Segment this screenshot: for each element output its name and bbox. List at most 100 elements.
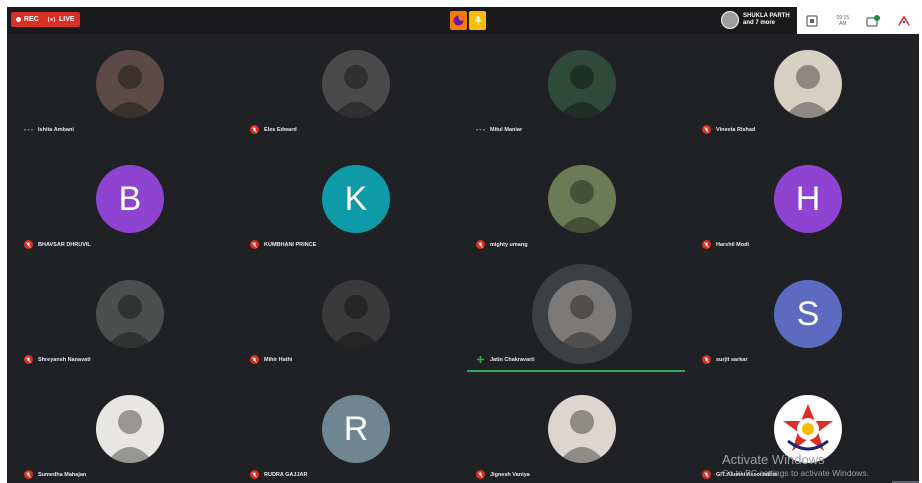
participant-name: Harshil Modi bbox=[716, 241, 750, 248]
participant-tile[interactable]: mighty umang bbox=[459, 149, 684, 261]
activation-watermark: Activate Windows Go to PC settings to ac… bbox=[722, 452, 869, 478]
participants-summary[interactable]: SHUKLA PARTH and 7 more bbox=[721, 11, 790, 29]
participant-initial-avatar: H bbox=[774, 165, 842, 233]
participant-tile[interactable]: Mihir Hathi bbox=[233, 264, 458, 376]
participant-tile[interactable]: Ishita Ambani bbox=[7, 34, 232, 146]
person-silhouette-icon bbox=[558, 65, 606, 118]
mic-off-icon bbox=[702, 355, 711, 364]
screen-share-tray bbox=[450, 11, 486, 30]
watermark-subtitle: Go to PC settings to activate Windows. bbox=[722, 468, 869, 478]
participant-name: Jatin Chakravarti bbox=[490, 356, 535, 363]
participant-namebar: Harshil Modi bbox=[702, 240, 749, 249]
mic-off-icon bbox=[476, 240, 485, 249]
live-label: LIVE bbox=[59, 16, 75, 23]
audio-level-icon bbox=[476, 125, 485, 134]
participant-tile[interactable]: Shreyansh Nanavati bbox=[7, 264, 232, 376]
mic-off-icon bbox=[24, 470, 33, 479]
audio-level-icon bbox=[476, 355, 485, 364]
mic-button[interactable] bbox=[469, 11, 486, 30]
meeting-details-button[interactable] bbox=[805, 14, 819, 28]
firefox-icon bbox=[453, 15, 464, 26]
people-icon bbox=[866, 14, 881, 27]
participant-name: Mihir Hathi bbox=[264, 356, 293, 363]
person-silhouette-icon bbox=[332, 295, 380, 348]
mic-off-icon bbox=[250, 470, 259, 479]
mic-off-icon bbox=[476, 470, 485, 479]
broadcast-icon bbox=[47, 16, 56, 23]
presenter-more: and 7 more bbox=[743, 20, 776, 26]
participant-tile[interactable]: H Harshil Modi bbox=[685, 149, 910, 261]
participant-photo bbox=[96, 50, 164, 118]
participant-photo bbox=[548, 280, 616, 348]
participant-initial-avatar: S bbox=[774, 280, 842, 348]
participant-namebar: KUMBHANI PRINCE bbox=[250, 240, 316, 249]
people-button[interactable] bbox=[866, 14, 881, 28]
audio-level-icon bbox=[24, 125, 33, 134]
participant-tile[interactable]: Jatin Chakravarti bbox=[459, 264, 685, 376]
mic-off-icon bbox=[702, 240, 711, 249]
person-silhouette-icon bbox=[558, 180, 606, 233]
person-silhouette-icon bbox=[558, 295, 606, 348]
participant-photo bbox=[322, 50, 390, 118]
person-silhouette-icon bbox=[558, 410, 606, 463]
mic-off-icon bbox=[24, 240, 33, 249]
participant-namebar: Mihir Hathi bbox=[250, 355, 292, 364]
person-silhouette-icon bbox=[106, 65, 154, 118]
info-icon bbox=[806, 14, 818, 27]
participant-photo bbox=[774, 50, 842, 118]
person-silhouette-icon bbox=[106, 410, 154, 463]
participant-photo bbox=[96, 395, 164, 463]
person-silhouette-icon bbox=[106, 295, 154, 348]
participant-tile[interactable]: Vineeta Rishad bbox=[685, 34, 910, 146]
participant-name: BHAVSAR DHRUVIL bbox=[38, 241, 91, 248]
participant-tile[interactable]: Sumedha Mahajan bbox=[7, 379, 232, 483]
mic-off-icon bbox=[250, 355, 259, 364]
participant-name: Sumedha Mahajan bbox=[38, 471, 87, 478]
mic-off-icon bbox=[250, 240, 259, 249]
participant-namebar: Mitul Maniar bbox=[476, 125, 522, 134]
participant-namebar: Vineeta Rishad bbox=[702, 125, 755, 134]
participant-tile[interactable]: R RUDRA GAJJAR bbox=[233, 379, 458, 483]
clock-display: 09:15 AM bbox=[836, 14, 850, 28]
participant-name: RUDRA GAJJAR bbox=[264, 471, 308, 478]
participant-namebar: Shreyansh Nanavati bbox=[24, 355, 91, 364]
person-silhouette-icon bbox=[784, 65, 832, 118]
browser-share-button[interactable] bbox=[450, 11, 467, 30]
top-actions: 09:15 AM bbox=[797, 7, 919, 34]
mic-off-icon bbox=[702, 470, 711, 479]
participant-initial-avatar: B bbox=[96, 165, 164, 233]
presenter-name: SHUKLA PARTH bbox=[743, 13, 790, 19]
live-badge[interactable]: LIVE bbox=[42, 12, 80, 27]
participant-namebar: Ishita Ambani bbox=[24, 125, 74, 134]
participant-photo bbox=[548, 395, 616, 463]
activities-icon bbox=[898, 14, 910, 25]
participant-name: Ishita Ambani bbox=[38, 126, 74, 133]
activities-button[interactable] bbox=[897, 14, 911, 28]
participant-tile[interactable]: Jignesh Vaniya bbox=[459, 379, 684, 483]
participant-namebar: Eles Edward bbox=[250, 125, 297, 134]
presenter-avatar bbox=[721, 11, 739, 29]
participant-initial-avatar: K bbox=[322, 165, 390, 233]
participant-tile[interactable]: B BHAVSAR DHRUVIL bbox=[7, 149, 232, 261]
person-silhouette-icon bbox=[332, 65, 380, 118]
participant-tile[interactable]: K KUMBHANI PRINCE bbox=[233, 149, 458, 261]
alumni-logo-icon bbox=[783, 404, 833, 451]
participant-namebar: RUDRA GAJJAR bbox=[250, 470, 308, 479]
participant-tile[interactable]: Eles Edward bbox=[233, 34, 458, 146]
participant-name: KUMBHANI PRINCE bbox=[264, 241, 317, 248]
watermark-title: Activate Windows bbox=[722, 452, 825, 467]
participant-tile[interactable]: Ssurjit sarkar bbox=[685, 264, 910, 376]
mic-off-icon bbox=[250, 125, 259, 134]
participant-name: Eles Edward bbox=[264, 126, 297, 133]
participant-namebar: Jignesh Vaniya bbox=[476, 470, 530, 479]
participant-name: surjit sarkar bbox=[716, 356, 748, 363]
mic-off-icon bbox=[702, 125, 711, 134]
recording-badge[interactable]: REC bbox=[11, 12, 44, 27]
participant-namebar: Sumedha Mahajan bbox=[24, 470, 86, 479]
record-dot-icon bbox=[16, 17, 21, 22]
participant-tile[interactable]: Mitul Maniar bbox=[459, 34, 684, 146]
participant-namebar: mighty umang bbox=[476, 240, 528, 249]
participant-initial-avatar: R bbox=[322, 395, 390, 463]
participant-photo bbox=[322, 280, 390, 348]
participant-name: Vineeta Rishad bbox=[716, 126, 756, 133]
